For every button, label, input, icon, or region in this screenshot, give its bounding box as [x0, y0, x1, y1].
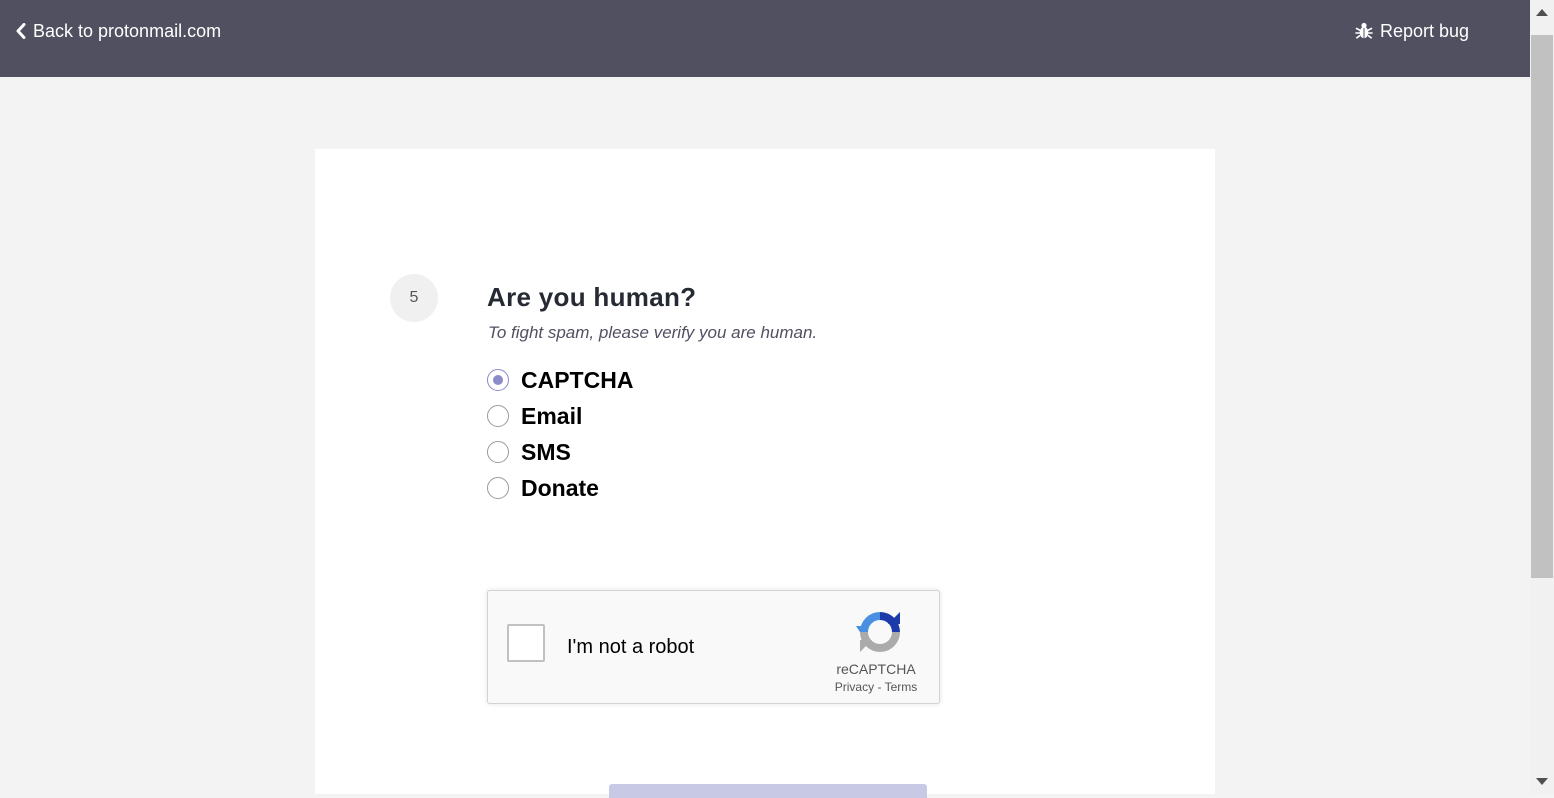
option-email[interactable]: Email	[487, 402, 582, 430]
option-captcha[interactable]: CAPTCHA	[487, 366, 633, 394]
top-bar: Back to protonmail.com Report bug	[0, 0, 1530, 77]
scrollbar-thumb[interactable]	[1531, 35, 1553, 578]
recaptcha-label: I'm not a robot	[567, 636, 695, 658]
chevron-left-icon	[16, 23, 26, 39]
radio-captcha[interactable]	[487, 369, 509, 391]
recaptcha-logo-icon	[856, 612, 900, 652]
submit-button[interactable]	[609, 784, 927, 798]
recaptcha-links: Privacy - Terms	[828, 680, 924, 694]
recaptcha-privacy-link[interactable]: Privacy	[835, 680, 874, 694]
recaptcha-checkbox[interactable]	[507, 624, 545, 662]
back-link-label: Back to protonmail.com	[33, 20, 222, 41]
radio-donate[interactable]	[487, 477, 509, 499]
option-donate-label: Donate	[521, 474, 599, 501]
bug-icon	[1355, 22, 1373, 39]
option-sms[interactable]: SMS	[487, 438, 571, 466]
vertical-scrollbar[interactable]	[1530, 0, 1554, 794]
recaptcha-terms-link[interactable]: Terms	[885, 680, 918, 694]
scroll-down-arrow-icon[interactable]	[1536, 778, 1548, 785]
back-to-protonmail-link[interactable]: Back to protonmail.com	[15, 20, 221, 42]
report-bug-label: Report bug	[1380, 20, 1470, 41]
option-captcha-label: CAPTCHA	[521, 366, 634, 393]
option-donate[interactable]: Donate	[487, 474, 599, 502]
recaptcha-widget: I'm not a robot reCAPTCHA Privacy - Term…	[487, 590, 940, 704]
recaptcha-brand: reCAPTCHA	[836, 661, 916, 677]
option-email-label: Email	[521, 402, 583, 429]
section-title: Are you human?	[487, 282, 697, 312]
section-subtitle: To fight spam, please verify you are hum…	[488, 323, 818, 342]
report-bug-button[interactable]: Report bug	[1355, 20, 1469, 42]
option-sms-label: SMS	[521, 438, 571, 465]
step-number-badge: 5	[390, 274, 438, 322]
scroll-up-arrow-icon[interactable]	[1536, 9, 1548, 16]
radio-sms[interactable]	[487, 441, 509, 463]
recaptcha-link-separator: -	[877, 680, 882, 694]
radio-email[interactable]	[487, 405, 509, 427]
